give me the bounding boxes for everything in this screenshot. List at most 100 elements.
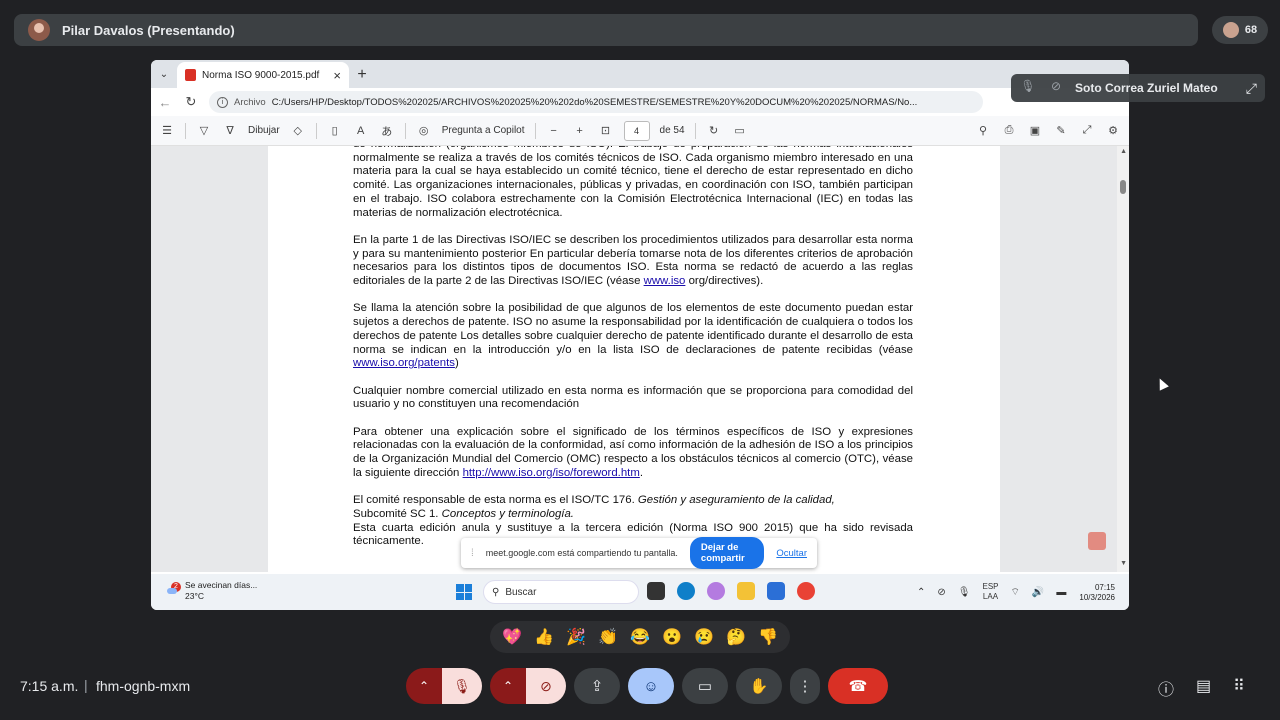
acrobat-icon[interactable] <box>1088 532 1106 550</box>
expand-icon[interactable]: ⤢ <box>1246 80 1257 97</box>
reaction-laugh[interactable]: 😂 <box>630 627 650 647</box>
search-icon[interactable]: ⚲ <box>975 124 991 137</box>
camera-off-button[interactable]: ⊘ <box>526 668 566 704</box>
volume-icon[interactable]: 🔊 <box>1032 587 1044 598</box>
rotate-icon[interactable]: ↻ <box>706 124 722 137</box>
save-as-icon[interactable]: ✎ <box>1053 124 1069 137</box>
call-controls: ⌃ 🎙 ⌃ ⊘ ⇪ ☺ ▭ ✋ ⋮ ☎ <box>406 668 888 704</box>
save-icon[interactable]: ▣ <box>1027 124 1043 137</box>
pdf-icon <box>185 69 196 81</box>
settings-gear-icon[interactable]: ⚙ <box>1105 124 1121 137</box>
reaction-party[interactable]: 🎉 <box>566 627 586 647</box>
scroll-thumb[interactable] <box>1120 180 1126 194</box>
mic-off-icon: 🎙 <box>1020 79 1036 93</box>
translate-icon[interactable]: あ <box>379 123 395 139</box>
contents-list-icon[interactable]: ☰ <box>159 124 175 137</box>
pdf-viewport[interactable]: de normalización (organismos miembros de… <box>151 146 1129 572</box>
copilot-label[interactable]: Pregunta a Copilot <box>442 125 525 136</box>
scroll-down-icon[interactable]: ▼ <box>1120 560 1127 567</box>
info-icon: i <box>217 96 228 108</box>
language-indicator[interactable]: ESP LAA <box>982 582 998 602</box>
wifi-icon[interactable]: ⌔ <box>1011 586 1020 599</box>
url-text: C:/Users/HP/Desktop/TODOS%202025/ARCHIVO… <box>271 96 918 108</box>
search-placeholder: Buscar <box>505 586 537 598</box>
present-screen-button[interactable]: ⇪ <box>574 668 620 704</box>
text-view-icon[interactable]: ▯ <box>327 124 343 137</box>
page-total: de 54 <box>659 125 685 136</box>
reaction-thumbs-down[interactable]: 👎 <box>758 627 778 647</box>
file-explorer-icon[interactable] <box>737 582 755 600</box>
cloud-off-icon[interactable]: ⊘ <box>937 587 945 598</box>
pdf-page: de normalización (organismos miembros de… <box>268 146 1000 572</box>
store-icon[interactable] <box>767 582 785 600</box>
zoom-in-icon[interactable]: + <box>572 125 588 137</box>
reaction-thinking[interactable]: 🤔 <box>726 627 746 647</box>
mic-off-button[interactable]: 🎙 <box>442 668 482 704</box>
reaction-clap[interactable]: 👏 <box>598 627 618 647</box>
page-number-input[interactable]: 4 <box>623 120 650 141</box>
weather-widget[interactable]: 2 Se avecinan días... 23°C <box>165 580 257 602</box>
close-tab-icon[interactable]: × <box>333 68 341 83</box>
battery-icon[interactable]: ▬ <box>1056 587 1066 598</box>
video-options-chevron-icon[interactable]: ⌃ <box>490 668 526 704</box>
raise-hand-button[interactable]: ✋ <box>736 668 782 704</box>
windows-start-icon[interactable] <box>456 584 472 600</box>
chrome-icon[interactable] <box>797 582 815 600</box>
activities-grid-icon[interactable]: ⠿ <box>1233 676 1245 700</box>
taskbar-clock[interactable]: 07:15 10/3/2026 <box>1073 583 1115 603</box>
copilot-icon[interactable]: ◎ <box>416 124 432 137</box>
drag-handle-icon[interactable]: ⁞ <box>471 548 474 559</box>
chat-icon[interactable]: ▤ <box>1196 676 1211 700</box>
foreword-link[interactable]: http://www.iso.org/iso/foreword.htm <box>463 467 640 479</box>
read-aloud-icon[interactable]: A <box>353 125 369 137</box>
highlight-icon[interactable]: ▽ <box>196 124 212 137</box>
page-view-icon[interactable]: ▭ <box>732 124 748 137</box>
show-hidden-icons-chevron-icon[interactable]: ⌃ <box>917 587 925 598</box>
hide-notice-link[interactable]: Ocultar <box>776 548 807 559</box>
copilot-app-icon[interactable] <box>707 582 725 600</box>
reaction-surprised[interactable]: 😮 <box>662 627 682 647</box>
paragraph: Para obtener una explicación sobre el si… <box>353 425 913 479</box>
paragraph: Cualquier nombre comercial utilizado en … <box>353 384 913 411</box>
system-tray: ⌃ ⊘ 🎙 ESP LAA ⌔ 🔊 ▬ <box>917 582 1066 602</box>
zoom-out-icon[interactable]: − <box>546 125 562 137</box>
reaction-thumbs-up[interactable]: 👍 <box>534 627 554 647</box>
search-icon: ⚲ <box>492 586 500 598</box>
meeting-info-icon[interactable]: ⓘ <box>1158 676 1174 700</box>
stop-sharing-button[interactable]: Dejar de compartir <box>689 537 765 569</box>
draw-label[interactable]: Dibujar <box>248 125 280 136</box>
scroll-up-icon[interactable]: ▲ <box>1120 148 1127 155</box>
reaction-sad[interactable]: 😢 <box>694 627 714 647</box>
pinned-participant-tile: 🎙 ⊘ Soto Correa Zuriel Mateo ⤢ <box>1011 74 1265 102</box>
paragraph: Se llama la atención sobre la posibilida… <box>353 302 913 370</box>
print-icon[interactable]: ⎙ <box>1001 124 1017 137</box>
reaction-heart[interactable]: 💖 <box>502 627 522 647</box>
task-view-icon[interactable] <box>647 582 665 600</box>
fit-page-icon[interactable]: ⊡ <box>598 124 614 137</box>
edge-icon[interactable] <box>677 582 695 600</box>
divider <box>404 122 406 139</box>
audio-options-chevron-icon[interactable]: ⌃ <box>406 668 442 704</box>
scrollbar[interactable]: ▲ ▼ <box>1117 146 1129 572</box>
patents-link[interactable]: www.iso.org/patents <box>353 357 455 369</box>
more-options-icon[interactable]: ⋮ <box>790 668 820 704</box>
eraser-icon[interactable]: ◇ <box>290 124 306 137</box>
back-arrow-icon[interactable]: ← <box>157 95 173 110</box>
tab-list-chevron-icon[interactable]: ⌄ <box>151 60 177 88</box>
captions-button[interactable]: ▭ <box>682 668 728 704</box>
draw-icon[interactable]: ∇ <box>222 124 238 137</box>
weather-temp: 23°C <box>185 591 204 601</box>
reload-icon[interactable]: ↻ <box>183 94 199 110</box>
tab-pdf[interactable]: Norma ISO 9000-2015.pdf × <box>177 62 349 88</box>
participants-button[interactable]: 68 <box>1212 16 1268 44</box>
presenter-avatar <box>28 19 50 41</box>
taskbar-search[interactable]: ⚲ Buscar <box>483 580 639 604</box>
directives-link[interactable]: www.iso <box>644 275 686 287</box>
microphone-icon[interactable]: 🎙 <box>958 587 971 598</box>
reactions-button[interactable]: ☺ <box>628 668 674 704</box>
fullscreen-icon[interactable]: ⤢ <box>1079 124 1095 137</box>
paragraph: En la parte 1 de las Directivas ISO/IEC … <box>353 233 913 288</box>
leave-call-button[interactable]: ☎ <box>828 668 888 704</box>
new-tab-plus-icon[interactable]: + <box>349 62 375 88</box>
address-bar[interactable]: i Archivo C:/Users/HP/Desktop/TODOS%2020… <box>209 91 983 113</box>
